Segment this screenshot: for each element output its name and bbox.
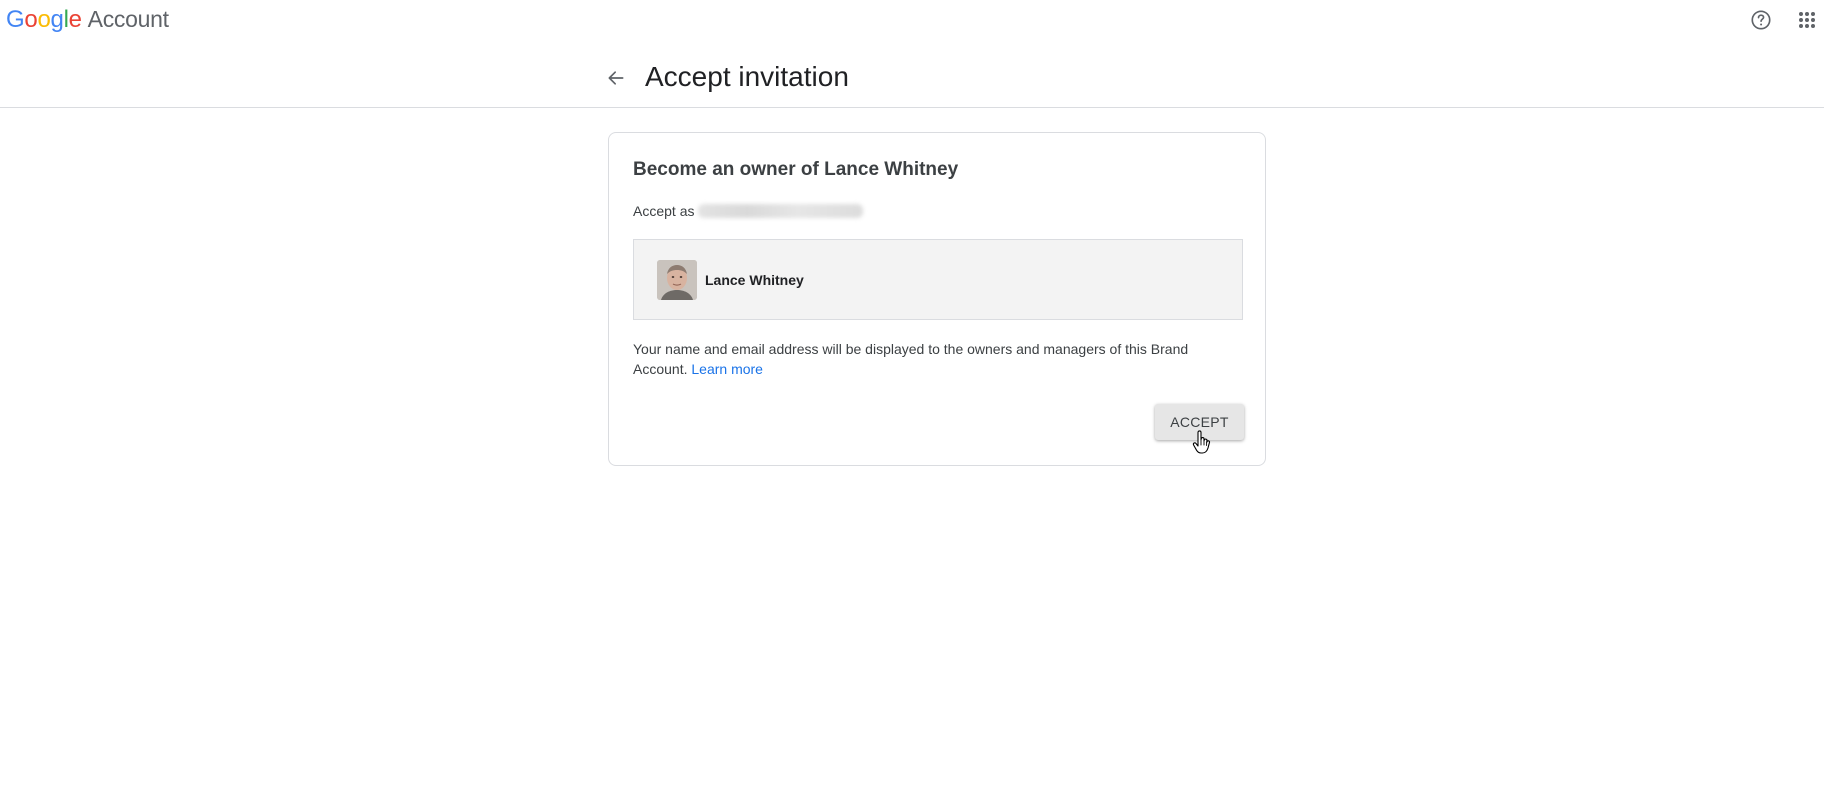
back-button[interactable] — [602, 64, 630, 92]
logo-letter-g2: g — [50, 6, 64, 33]
account-box: Lance Whitney — [633, 239, 1243, 320]
accept-as-row: Accept as — [633, 203, 864, 219]
page-header: Accept invitation — [0, 42, 1824, 108]
apps-button[interactable] — [1793, 6, 1821, 34]
help-button[interactable] — [1747, 6, 1775, 34]
avatar — [657, 259, 697, 300]
accept-button[interactable]: ACCEPT — [1155, 404, 1244, 440]
apps-grid-icon — [1799, 12, 1815, 28]
logo-letter-g1: G — [6, 6, 25, 33]
help-circle-icon — [1751, 10, 1771, 30]
learn-more-link[interactable]: Learn more — [691, 361, 763, 377]
card-title: Become an owner of Lance Whitney — [633, 159, 959, 180]
account-name: Lance Whitney — [705, 271, 804, 288]
page-title: Accept invitation — [645, 61, 849, 92]
logo-letter-o2: o — [37, 6, 51, 33]
logo-letter-o1: o — [24, 6, 38, 33]
profile-photo-icon — [657, 259, 697, 300]
redacted-email — [698, 204, 864, 218]
top-bar: Google Account — [0, 0, 1824, 42]
logo-letter-e: e — [68, 6, 82, 33]
google-account-logo[interactable]: Google Account — [6, 6, 169, 34]
disclaimer-text: Your name and email address will be disp… — [633, 339, 1233, 379]
accept-as-label: Accept as — [633, 203, 695, 219]
arrow-back-icon — [608, 71, 624, 85]
invitation-card: Become an owner of Lance Whitney Accept … — [608, 132, 1266, 466]
product-name: Account — [87, 6, 169, 32]
